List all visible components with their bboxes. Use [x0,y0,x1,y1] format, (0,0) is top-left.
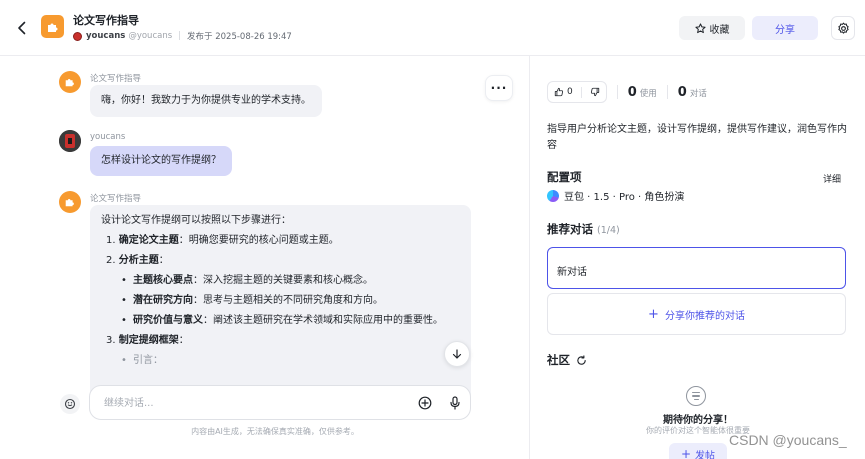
answer-sub-point: • 研究价值与意义：阐述该主题研究在学术领域和实际应用中的重要性。 [121,315,443,326]
share-label: 分享 [775,24,795,36]
top-bar: 论文写作指导 youcans @youcans | 发布于 2025-08-26… [0,0,865,56]
community-title: 社区 [547,352,587,368]
divider [616,85,618,99]
post-button[interactable]: + 发帖 [669,443,727,459]
agent-meta: youcans @youcans | 发布于 2025-08-26 19:47 [73,30,292,42]
share-button[interactable]: 分享 [752,16,818,40]
scroll-to-bottom-button[interactable] [444,341,470,367]
answer-sub-point: • 潜在研究方向：思考与主题相关的不同研究角度和方向。 [121,295,383,306]
chat-input[interactable] [104,395,394,411]
recommended-title: 推荐对话 (1/4) [547,222,620,236]
bot-sender-name: 论文写作指导 [90,74,142,84]
like-count: 0 [567,87,573,97]
author-handle: @youcans [128,31,173,41]
chat-panel: 论文写作指导 嗨，你好！我致力于为你提供专业的学术支持。 ··· youcans… [0,56,530,459]
model-name: 豆包 · 1.5 · Pro · 角色扮演 [564,192,685,203]
attach-button[interactable] [416,394,434,412]
puzzle-icon [65,199,74,207]
bot-sender-name: 论文写作指导 [90,194,142,204]
author-avatar [73,31,82,41]
bot-greeting-bubble: 嗨，你好！我致力于为你提供专业的学术支持。 [90,85,322,117]
clear-context-button[interactable] [60,394,80,414]
thumbs-down-icon [590,87,599,97]
answer-intro: 设计论文写作提纲可以按照以下步骤进行： [101,215,291,226]
arrow-down-icon [452,349,462,359]
share-recommended-button[interactable]: + 分享你推荐的对话 [547,293,846,335]
like-button[interactable]: 0 [554,87,573,97]
refresh-icon[interactable] [576,354,587,366]
favorite-label: 收藏 [709,24,730,36]
dislike-button[interactable] [590,87,600,97]
puzzle-icon [65,79,74,87]
answer-step: 1. 确定论文主题：明确您要研究的核心问题或主题。 [106,235,339,246]
star-icon [694,22,706,33]
recommended-conversation[interactable]: 新对话 [547,247,846,289]
answer-step: 3. 制定提纲框架： • 引言： [106,333,460,369]
plus-icon: + [680,447,692,459]
agent-description: 指导用户分析论文主题，设计写作提纲，提供写作建议，润色写作内容 [547,124,847,151]
microphone-icon [450,396,460,410]
user-avatar [59,130,81,152]
post-label: 发帖 [695,450,716,459]
answer-sub-point: • 主题核心要点：深入挖掘主题的关键要素和核心概念。 [121,275,373,286]
conversations-stat: 0 对话 [678,85,707,100]
plus-circle-icon [418,396,432,410]
plus-icon: + [648,306,659,322]
agent-info-panel: 0 0 使用 0 对话 指导用户分析论文主题，设计写作提纲，提供写作建议，润色写… [531,56,865,459]
settings-button[interactable] [831,16,855,40]
favorite-button[interactable]: 收藏 [679,16,745,40]
user-question-bubble: 怎样设计论文的写作提纲？ [90,146,232,176]
more-options-button[interactable]: ··· [485,75,513,101]
gear-icon [837,22,849,34]
config-title: 配置项 [547,170,582,184]
config-detail-link[interactable]: 详细 [823,172,841,185]
divider [666,85,668,99]
author-name[interactable]: youcans [86,31,125,41]
divider [580,86,582,98]
doubao-logo-icon [547,189,559,202]
chat-input-box [89,385,471,420]
answer-sub-points: • 主题核心要点：深入挖掘主题的关键要素和核心概念。 • 潜在研究方向：思考与主题相… [106,273,460,329]
bot-answer-bubble: 设计论文写作提纲可以按照以下步骤进行： 1. 确定论文主题：明确您要研究的核心问… [90,205,471,405]
voice-input-button[interactable] [446,394,464,412]
meta-divider: | [178,31,182,41]
agent-title: 论文写作指导 [73,14,139,27]
recommended-count: (1/4) [597,225,620,236]
like-dislike-group: 0 [547,81,607,103]
thumbs-up-icon [554,87,564,97]
publish-date: 发布于 2025-08-26 19:47 [187,32,292,42]
share-recommended-label: 分享你推荐的对话 [664,310,745,322]
back-button[interactable] [12,18,32,38]
bot-avatar [59,71,81,93]
puzzle-icon [47,23,57,32]
ai-disclaimer: 内容由AI生成，无法确保真实准确，仅供参考。 [191,427,359,436]
uses-stat: 0 使用 [628,85,657,100]
answer-steps: 1. 确定论文主题：明确您要研究的核心问题或主题。 2. 分析主题： • 主题核心… [101,233,460,369]
chat-bubble-icon [686,386,706,406]
user-sender-name: youcans [90,132,126,142]
broom-icon [64,398,76,410]
answer-sub-point: • 引言： [121,355,163,366]
bot-avatar [59,191,81,213]
conversations-label: 对话 [689,88,707,99]
uses-label: 使用 [639,88,657,99]
agent-logo [41,15,64,38]
answer-step: 2. 分析主题： • 主题核心要点：深入挖掘主题的关键要素和核心概念。 • 潜在研究… [106,253,460,329]
empty-state-title: 期待你的分享！ [663,415,733,426]
model-info: 豆包 · 1.5 · Pro · 角色扮演 [547,188,684,203]
conversations-count: 0 [677,84,687,100]
empty-state-subtitle: 你的评价对这个智能体很重要 [646,426,750,435]
uses-count: 0 [627,84,637,100]
more-icon: ··· [490,81,508,95]
agent-stats: 0 0 使用 0 对话 [547,80,707,104]
back-arrow-icon [18,21,26,35]
